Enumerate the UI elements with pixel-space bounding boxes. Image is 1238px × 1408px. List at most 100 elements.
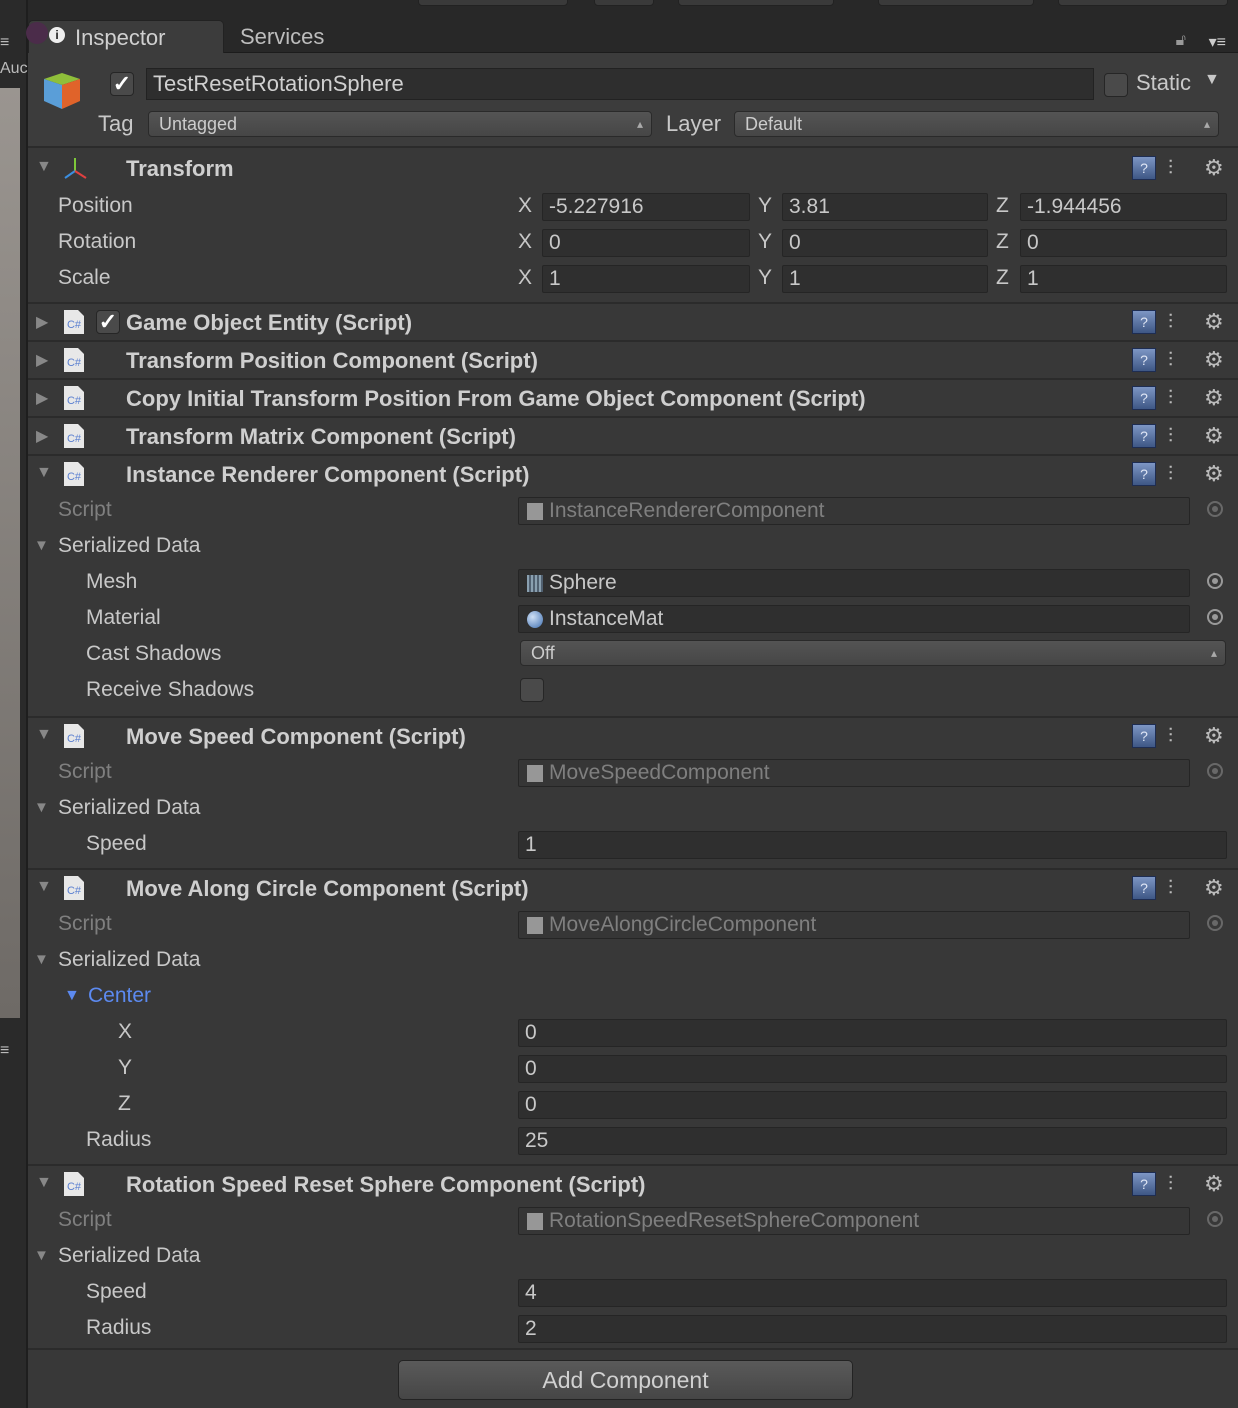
cast-shadows-dropdown[interactable]: Off ▴ — [520, 640, 1226, 666]
property-label[interactable]: Center — [88, 978, 151, 1014]
toolbar-button[interactable] — [594, 0, 654, 6]
axis-label-y[interactable]: Y — [758, 224, 772, 260]
presets-icon[interactable]: ⫶ — [1168, 348, 1192, 372]
property-label[interactable]: Serialized Data — [58, 528, 200, 564]
component-header[interactable]: ▶ C# Transform Matrix Component (Script)? ⫶… — [28, 416, 1238, 454]
component-header[interactable]: ▼ C# Instance Renderer Component (Script)?… — [28, 454, 1238, 492]
presets-icon[interactable]: ⫶ — [1168, 724, 1192, 748]
component-header[interactable]: ▶ C# ✓ Game Object Entity (Script)? ⫶ ⚙ — [28, 302, 1238, 340]
axis-label-x[interactable]: X — [518, 188, 532, 224]
number-field[interactable]: 1 — [518, 831, 1227, 859]
number-field[interactable]: 4 — [518, 1279, 1227, 1307]
foldout-expanded-icon[interactable]: ▼ — [36, 878, 52, 896]
help-icon[interactable]: ? — [1132, 876, 1156, 900]
number-field[interactable]: 0 — [518, 1019, 1227, 1047]
static-checkbox[interactable] — [1104, 73, 1128, 97]
x-value-field[interactable]: -5.227916 — [542, 193, 750, 221]
help-icon[interactable]: ? — [1132, 348, 1156, 372]
object-picker-icon[interactable] — [1207, 573, 1223, 589]
z-value-field[interactable]: 0 — [1020, 229, 1227, 257]
number-field[interactable]: 0 — [518, 1091, 1227, 1119]
foldout-expanded-icon[interactable]: ▼ — [34, 942, 49, 978]
number-field[interactable]: 25 — [518, 1127, 1227, 1155]
number-field[interactable]: 0 — [518, 1055, 1227, 1083]
script-reference-field[interactable]: MoveAlongCircleComponent — [518, 911, 1190, 939]
receive-shadows-checkbox[interactable] — [520, 678, 544, 702]
help-icon[interactable]: ? — [1132, 462, 1156, 486]
axis-label-z[interactable]: Z — [996, 224, 1009, 260]
toolbar-button[interactable] — [1058, 0, 1228, 6]
property-label[interactable]: Serialized Data — [58, 942, 200, 978]
gear-icon[interactable]: ⚙ — [1204, 386, 1232, 410]
property-label[interactable]: Serialized Data — [58, 790, 200, 826]
y-value-field[interactable]: 0 — [782, 229, 988, 257]
object-picker-icon[interactable] — [1207, 609, 1223, 625]
script-reference-field[interactable]: RotationSpeedResetSphereComponent — [518, 1207, 1190, 1235]
gear-icon[interactable]: ⚙ — [1204, 156, 1232, 180]
gear-icon[interactable]: ⚙ — [1204, 1172, 1232, 1196]
help-icon[interactable]: ? — [1132, 1172, 1156, 1196]
static-dropdown-icon[interactable]: ▼ — [1204, 71, 1220, 89]
foldout-expanded-icon[interactable]: ▼ — [34, 790, 49, 826]
axis-label-y[interactable]: Y — [758, 260, 772, 296]
help-icon[interactable]: ? — [1132, 724, 1156, 748]
object-picker-icon[interactable] — [1207, 1211, 1223, 1227]
component-header[interactable]: ▶ C# Transform Position Component (Script)… — [28, 340, 1238, 378]
z-value-field[interactable]: 1 — [1020, 265, 1227, 293]
toolbar-button[interactable] — [418, 0, 568, 6]
x-value-field[interactable]: 0 — [542, 229, 750, 257]
foldout-expanded-icon[interactable]: ▼ — [36, 464, 52, 482]
panel-menu-icon[interactable]: ≡ — [0, 1042, 9, 1060]
component-enabled-checkbox[interactable]: ✓ — [96, 310, 120, 334]
y-value-field[interactable]: 1 — [782, 265, 988, 293]
presets-icon[interactable]: ⫶ — [1168, 156, 1192, 180]
foldout-expanded-icon[interactable]: ▼ — [34, 528, 49, 564]
foldout-collapsed-icon[interactable]: ▶ — [36, 350, 48, 370]
object-reference-field[interactable]: Sphere — [518, 569, 1190, 597]
gear-icon[interactable]: ⚙ — [1204, 724, 1232, 748]
foldout-expanded-icon[interactable]: ▼ — [34, 1238, 49, 1274]
object-picker-icon[interactable] — [1207, 915, 1223, 931]
help-icon[interactable]: ? — [1132, 424, 1156, 448]
toolbar-button[interactable] — [678, 0, 834, 6]
y-value-field[interactable]: 3.81 — [782, 193, 988, 221]
foldout-expanded-icon[interactable]: ▼ — [36, 726, 52, 744]
axis-label-z[interactable]: Z — [996, 260, 1009, 296]
tag-dropdown[interactable]: Untagged ▴ — [148, 111, 652, 137]
component-header[interactable]: ▼ C# Rotation Speed Reset Sphere Component… — [28, 1164, 1238, 1202]
component-header[interactable]: ▼ C# Move Speed Component (Script)? ⫶ ⚙ — [28, 716, 1238, 754]
layer-dropdown[interactable]: Default ▴ — [734, 111, 1219, 137]
tab-menu-icon[interactable]: ▾≡ — [1209, 32, 1226, 52]
axis-label-y[interactable]: Y — [758, 188, 772, 224]
side-tab-partial[interactable]: Auc — [0, 60, 28, 78]
help-icon[interactable]: ? — [1132, 310, 1156, 334]
object-reference-field[interactable]: InstanceMat — [518, 605, 1190, 633]
foldout-expanded-icon[interactable]: ▼ — [64, 978, 80, 1014]
number-field[interactable]: 2 — [518, 1315, 1227, 1343]
help-icon[interactable]: ? — [1132, 156, 1156, 180]
gear-icon[interactable]: ⚙ — [1204, 348, 1232, 372]
add-component-button[interactable]: Add Component — [398, 1360, 853, 1400]
foldout-expanded-icon[interactable]: ▼ — [36, 1174, 52, 1192]
component-header-transform[interactable]: ▼ Transform? ⫶ ⚙ — [28, 150, 1238, 188]
object-picker-icon[interactable] — [1207, 763, 1223, 779]
presets-icon[interactable]: ⫶ — [1168, 386, 1192, 410]
axis-label-z[interactable]: Z — [996, 188, 1009, 224]
script-reference-field[interactable]: MoveSpeedComponent — [518, 759, 1190, 787]
active-checkbox[interactable]: ✓ — [110, 72, 134, 96]
component-header[interactable]: ▶ C# Copy Initial Transform Position From … — [28, 378, 1238, 416]
x-value-field[interactable]: 1 — [542, 265, 750, 293]
foldout-collapsed-icon[interactable]: ▶ — [36, 388, 48, 408]
foldout-collapsed-icon[interactable]: ▶ — [36, 312, 48, 332]
gear-icon[interactable]: ⚙ — [1204, 876, 1232, 900]
axis-label-x[interactable]: X — [518, 260, 532, 296]
lock-icon[interactable]: 🔓︎ — [1176, 32, 1186, 50]
foldout-expanded-icon[interactable]: ▼ — [36, 158, 52, 176]
help-icon[interactable]: ? — [1132, 386, 1156, 410]
tab-services[interactable]: Services — [226, 20, 336, 54]
script-reference-field[interactable]: InstanceRendererComponent — [518, 497, 1190, 525]
presets-icon[interactable]: ⫶ — [1168, 1172, 1192, 1196]
panel-menu-icon[interactable]: ≡ — [0, 34, 9, 52]
gear-icon[interactable]: ⚙ — [1204, 424, 1232, 448]
presets-icon[interactable]: ⫶ — [1168, 876, 1192, 900]
